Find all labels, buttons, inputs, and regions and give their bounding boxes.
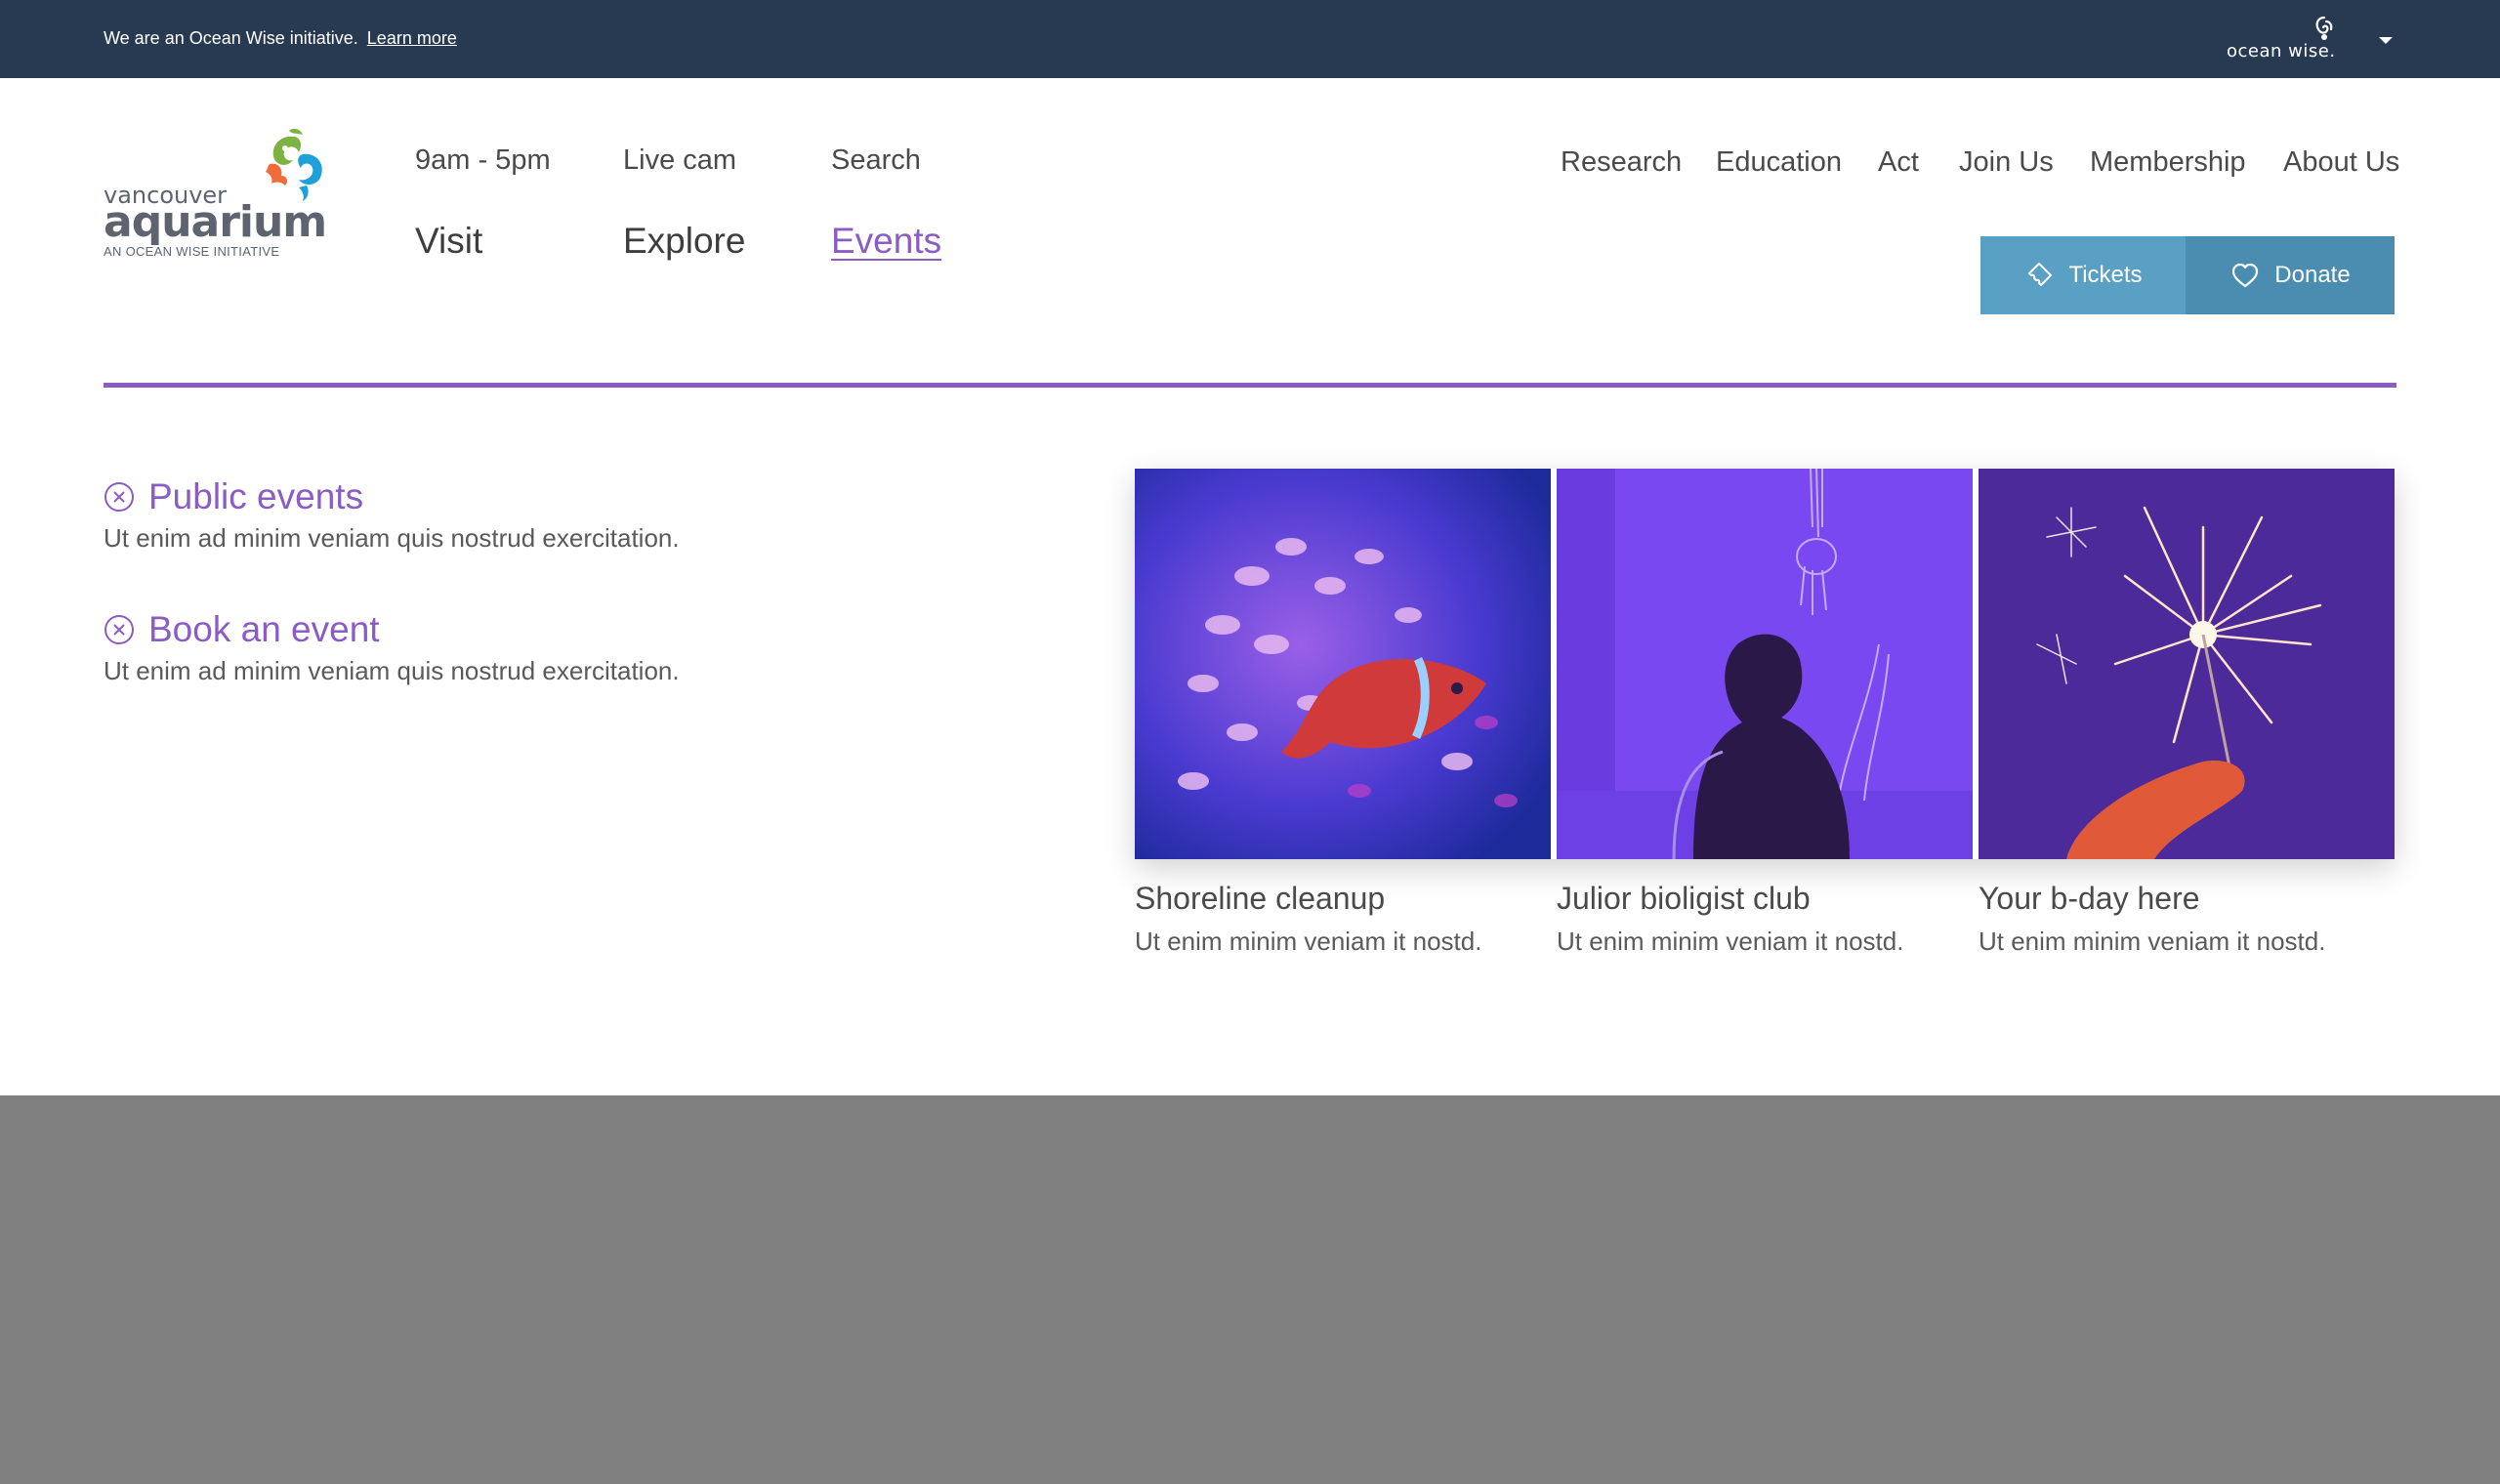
initiative-note: We are an Ocean Wise initiative. Learn m… — [104, 28, 457, 49]
nav-events[interactable]: Events — [831, 221, 941, 262]
list-item[interactable]: Public events Ut enim ad minim veniam qu… — [104, 476, 680, 554]
item-description: Ut enim ad minim veniam quis nostrud exe… — [104, 656, 680, 685]
item-title[interactable]: Public events — [148, 476, 363, 517]
tickets-button[interactable]: Tickets — [1980, 236, 2186, 314]
logo-tagline: AN OCEAN WISE INITIATIVE — [104, 244, 280, 259]
initiative-text: We are an Ocean Wise initiative. — [104, 28, 358, 48]
card-description: Ut enim minim veniam it nostd. — [1979, 927, 2326, 956]
card-image — [1979, 469, 2395, 859]
footer — [0, 1095, 2500, 1484]
event-card[interactable]: Shoreline cleanup Ut enim minim veniam i… — [1135, 469, 1551, 957]
ocean-wise-mark-icon — [2315, 16, 2333, 40]
anemone-clownfish-image — [1135, 469, 1551, 859]
card-title[interactable]: Julior bioligist club — [1557, 881, 1973, 917]
item-title[interactable]: Book an event — [148, 609, 380, 650]
jellyfish-child-image — [1557, 469, 1973, 859]
donate-button[interactable]: Donate — [2186, 236, 2395, 314]
sparkler-image — [1979, 469, 2395, 859]
ticket-icon — [2028, 263, 2053, 286]
nav-visit[interactable]: Visit — [415, 221, 482, 262]
nav-explore[interactable]: Explore — [623, 221, 745, 262]
top-bar: We are an Ocean Wise initiative. Learn m… — [0, 0, 2500, 78]
nav-divider — [104, 383, 2396, 388]
logo-aquarium-text: aquarium — [104, 197, 327, 247]
close-circle-icon[interactable] — [104, 614, 135, 645]
ocean-wise-logo[interactable]: ocean wise. — [2227, 16, 2336, 62]
learn-more-link[interactable]: Learn more — [367, 28, 457, 48]
donate-label: Donate — [2274, 262, 2351, 288]
search-link[interactable]: Search — [831, 144, 921, 177]
live-cam-link[interactable]: Live cam — [623, 144, 736, 177]
vancouver-aquarium-logo[interactable]: vancouver aquarium AN OCEAN WISE INITIAT… — [104, 127, 330, 264]
nav-research[interactable]: Research — [1561, 146, 1682, 179]
card-image — [1135, 469, 1551, 859]
ocean-wise-wordmark: ocean wise. — [2227, 41, 2336, 62]
nav-membership[interactable]: Membership — [2090, 146, 2246, 179]
close-circle-icon[interactable] — [104, 481, 135, 513]
item-description: Ut enim ad minim veniam quis nostrud exe… — [104, 523, 680, 553]
fish-logo-icon — [266, 128, 322, 201]
card-description: Ut enim minim veniam it nostd. — [1135, 927, 1482, 956]
tickets-label: Tickets — [2068, 262, 2143, 288]
chevron-down-icon[interactable] — [2379, 37, 2393, 44]
hours-link[interactable]: 9am - 5pm — [415, 144, 551, 177]
event-card[interactable]: Julior bioligist club Ut enim minim veni… — [1557, 469, 1973, 957]
card-title[interactable]: Your b-day here — [1979, 881, 2395, 917]
card-image — [1557, 469, 1973, 859]
nav-about-us[interactable]: About Us — [2283, 146, 2399, 179]
event-card[interactable]: Your b-day here Ut enim minim veniam it … — [1979, 469, 2395, 957]
card-description: Ut enim minim veniam it nostd. — [1557, 927, 1904, 956]
list-item[interactable]: Book an event Ut enim ad minim veniam qu… — [104, 609, 680, 686]
heart-icon — [2232, 263, 2259, 288]
nav-act[interactable]: Act — [1878, 146, 1919, 179]
nav-education[interactable]: Education — [1716, 146, 1842, 179]
nav-join-us[interactable]: Join Us — [1959, 146, 2054, 179]
card-title[interactable]: Shoreline cleanup — [1135, 881, 1551, 917]
